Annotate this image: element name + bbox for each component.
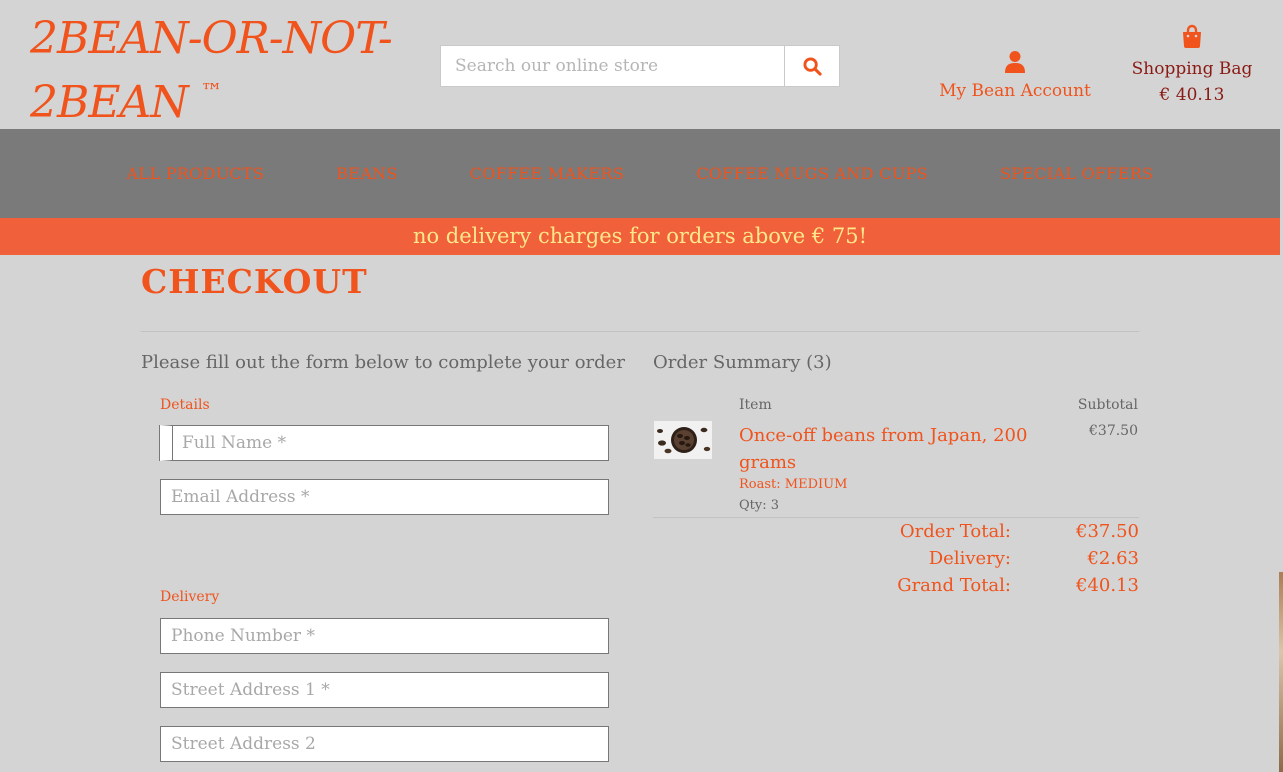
- item-roast: Roast: MEDIUM: [739, 477, 848, 492]
- full-name-field[interactable]: [160, 425, 609, 461]
- order-total-label: Order Total:: [899, 521, 1011, 542]
- site-logo[interactable]: 2BEAN-OR-NOT- 2BEAN ™: [30, 12, 410, 130]
- order-summary-title: Order Summary (3): [653, 352, 832, 373]
- form-intro: Please fill out the form below to comple…: [141, 352, 625, 373]
- logo-line-2: 2BEAN: [30, 77, 189, 128]
- my-account-label: My Bean Account: [939, 81, 1091, 101]
- delivery-label: Delivery:: [928, 548, 1011, 569]
- street-address-1-field[interactable]: [160, 672, 609, 708]
- search-button[interactable]: [784, 46, 839, 86]
- grand-total-value: €40.13: [1076, 575, 1139, 596]
- nav-special-offers[interactable]: SPECIAL OFFERS: [1000, 164, 1153, 183]
- details-section-label: Details: [160, 397, 210, 413]
- nav-coffee-mugs-and-cups[interactable]: COFFEE MUGS AND CUPS: [696, 164, 928, 183]
- summary-divider: [653, 517, 1139, 518]
- product-thumbnail: [654, 421, 712, 459]
- logo-line-1: 2BEAN-OR-NOT-: [30, 13, 393, 64]
- search-bar: [440, 45, 840, 87]
- page-title: CHECKOUT: [141, 262, 368, 301]
- email-field[interactable]: [160, 479, 609, 515]
- item-name-link[interactable]: Once-off beans from Japan, 200 grams: [739, 422, 1029, 476]
- main-nav: ALL PRODUCTS BEANS COFFEE MAKERS COFFEE …: [0, 129, 1280, 218]
- search-icon: [802, 56, 822, 76]
- nav-coffee-makers[interactable]: COFFEE MAKERS: [470, 164, 625, 183]
- grand-total-label: Grand Total:: [897, 575, 1011, 596]
- order-total-value: €37.50: [1076, 521, 1139, 542]
- item-quantity: Qty: 3: [739, 498, 780, 513]
- search-input[interactable]: [441, 46, 784, 86]
- my-account-link[interactable]: My Bean Account: [930, 50, 1100, 101]
- delivery-banner: no delivery charges for orders above € 7…: [0, 218, 1280, 255]
- subtotal-column-header: Subtotal: [1077, 397, 1138, 413]
- nav-all-products[interactable]: ALL PRODUCTS: [127, 164, 265, 183]
- item-column-header: Item: [739, 397, 772, 413]
- shopping-bag-icon: [1183, 24, 1201, 48]
- delivery-value: €2.63: [1087, 548, 1139, 569]
- shopping-bag-total: € 40.13: [1159, 85, 1225, 105]
- shopping-bag-link[interactable]: Shopping Bag € 40.13: [1122, 24, 1262, 108]
- title-divider: [141, 331, 1139, 332]
- user-icon: [1005, 51, 1025, 73]
- item-subtotal: €37.50: [1089, 423, 1138, 439]
- phone-field[interactable]: [160, 618, 609, 654]
- street-address-2-field[interactable]: [160, 726, 609, 762]
- delivery-section-label: Delivery: [160, 589, 220, 605]
- trademark-symbol: ™: [200, 80, 223, 105]
- site-header: 2BEAN-OR-NOT- 2BEAN ™ My Bean Account Sh…: [0, 0, 1283, 129]
- nav-beans[interactable]: BEANS: [336, 164, 397, 183]
- background-photo-edge: [1279, 572, 1283, 772]
- shopping-bag-label: Shopping Bag: [1131, 59, 1253, 79]
